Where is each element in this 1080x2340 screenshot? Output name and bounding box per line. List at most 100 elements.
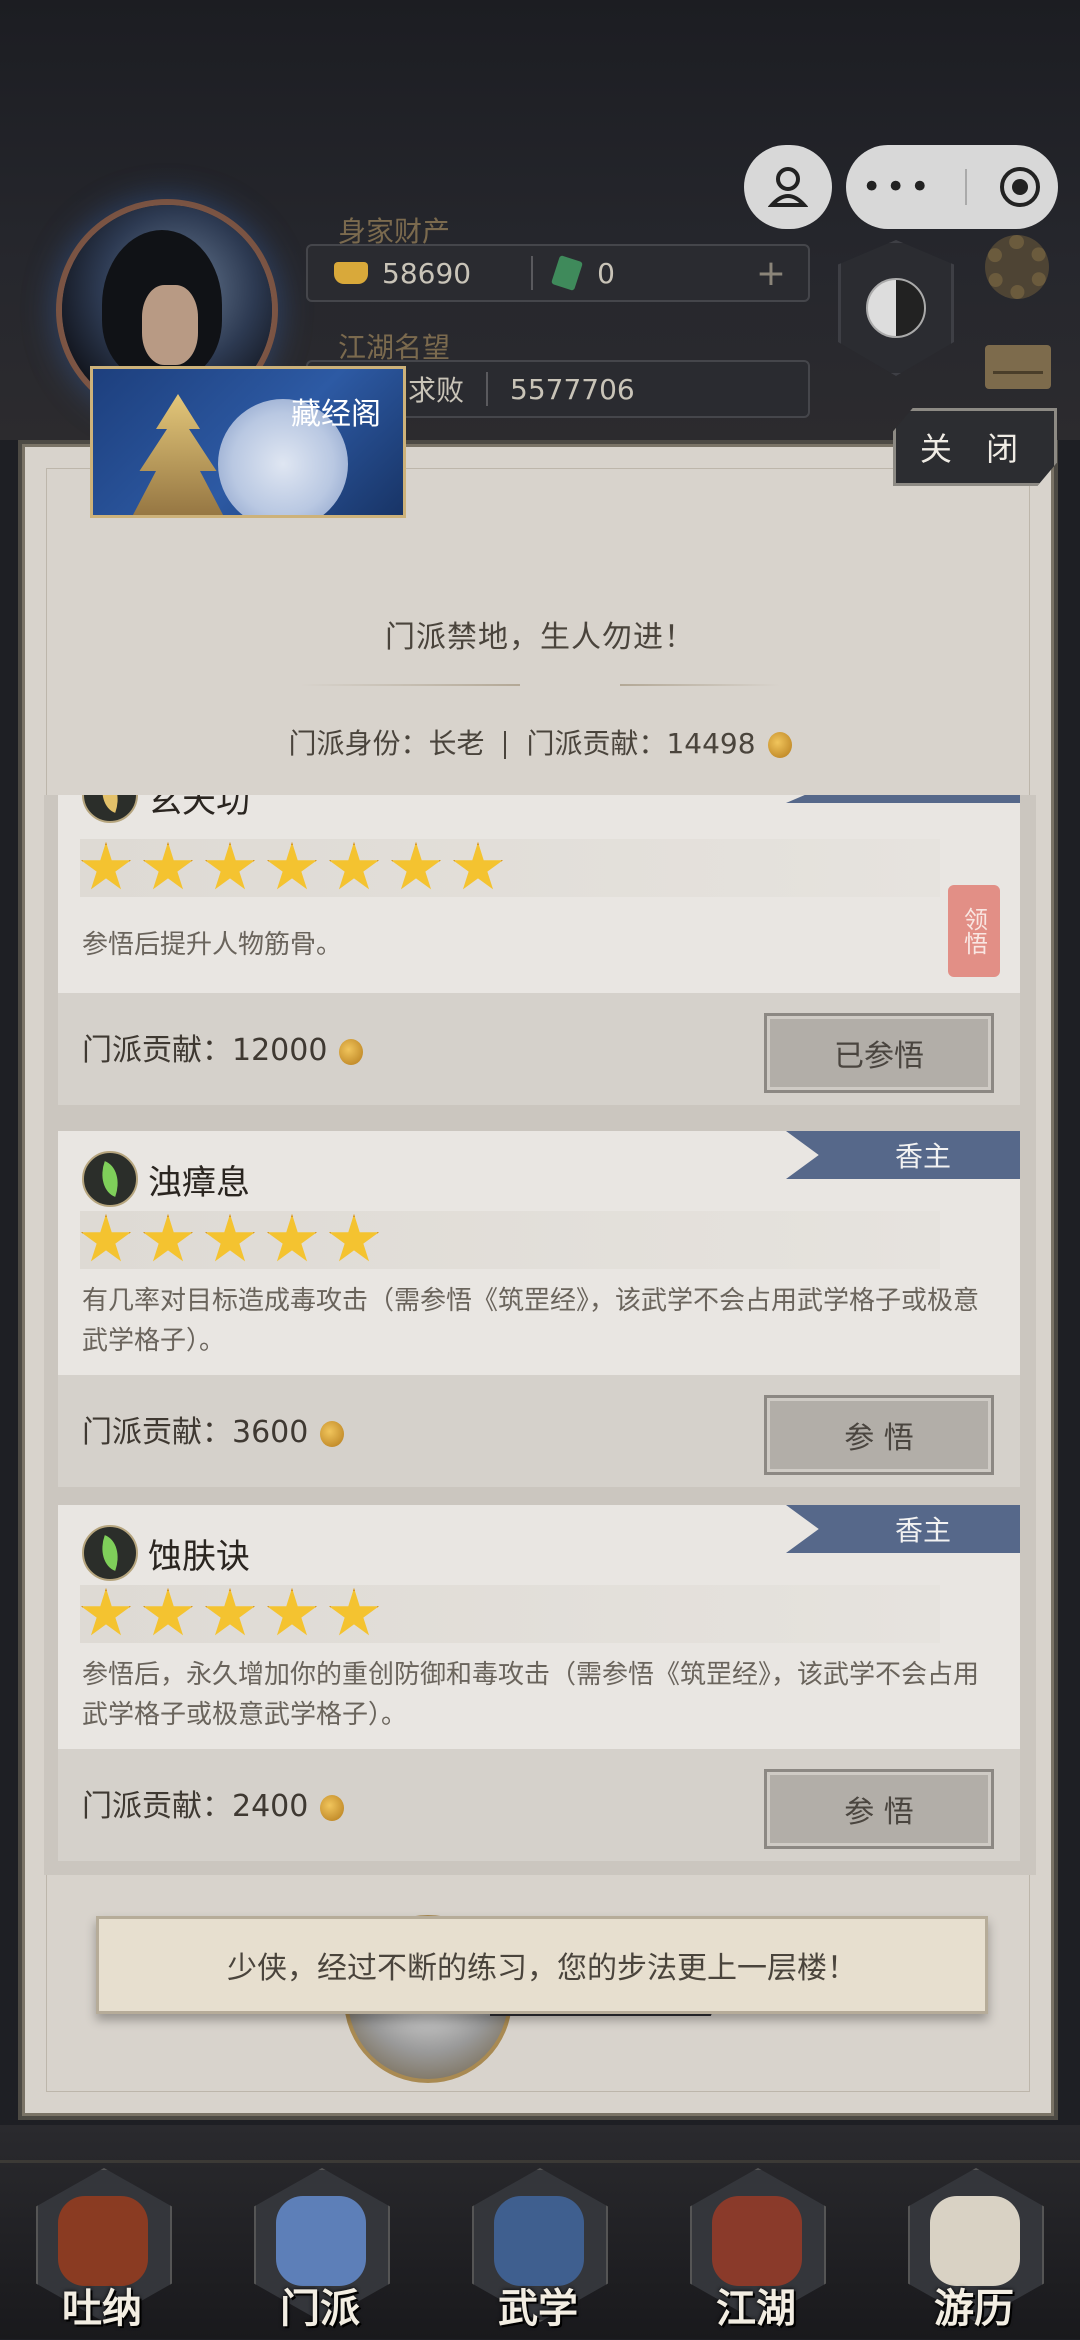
skill-list[interactable]: 玄天功 参悟后提升人物筋骨。 领悟 门派贡献：12000 已参悟 香主 浊瘴息 …: [44, 795, 1036, 1875]
contribution-coin-icon: [320, 1794, 345, 1821]
comprehend-button[interactable]: 参 悟: [764, 1395, 994, 1475]
settings-gear-icon[interactable]: [985, 235, 1049, 299]
skill-icon: [82, 795, 138, 823]
motto-text: 门派禁地，生人勿进！: [385, 620, 695, 655]
status-separator: [504, 731, 507, 759]
skill-card: 香主 浊瘴息 有几率对目标造成毒攻击（需参悟《筑罡经》，该武学不会占用武学格子或…: [58, 1131, 1020, 1487]
status-line: 门派身份：长老 门派贡献：14498: [0, 722, 1080, 762]
toast-message: 少侠，经过不断的练习，您的步法更上一层楼！: [96, 1916, 988, 2014]
nav-item[interactable]: 吐纳: [22, 2160, 182, 2340]
nav-item[interactable]: 游历: [894, 2160, 1054, 2340]
skill-card: 玄天功 参悟后提升人物筋骨。 领悟 门派贡献：12000 已参悟: [58, 795, 1020, 1105]
recharge-plus-button[interactable]: +: [756, 253, 786, 294]
star-rating: [80, 1211, 940, 1269]
cost-label: 门派贡献：3600: [82, 1407, 345, 1451]
star-icon: [81, 1588, 131, 1636]
skill-icon: [82, 1525, 138, 1581]
skill-icon: [82, 1151, 138, 1207]
divider: [486, 372, 489, 406]
nav-item[interactable]: 武学: [458, 2160, 618, 2340]
skill-description: 有几率对目标造成毒攻击（需参悟《筑罡经》，该武学不会占用武学格子或极意武学格子）…: [82, 1286, 980, 1356]
star-icon: [329, 1214, 379, 1262]
star-icon: [453, 842, 503, 890]
card-footer: 门派贡献：2400 参 悟: [58, 1749, 1020, 1861]
wealth-bar: 58690 0 +: [306, 244, 810, 302]
sect-identity: 门派身份：长老: [288, 727, 485, 760]
avatar-face: [142, 285, 198, 365]
ornament-divider-left: [300, 684, 520, 686]
contribution-coin-icon: [339, 1038, 364, 1065]
comprehend-button[interactable]: 参 悟: [764, 1769, 994, 1849]
star-icon: [205, 1214, 255, 1262]
nav-label: 吐纳: [62, 2286, 142, 2332]
star-icon: [329, 1588, 379, 1636]
nav-item[interactable]: 门派: [240, 2160, 400, 2340]
gold-ingot-icon: [334, 262, 368, 284]
cost-text: 门派贡献：2400: [82, 1789, 309, 1824]
nav-label: 江湖: [716, 2286, 796, 2332]
skill-name: 浊瘴息: [148, 1163, 250, 1203]
star-icon: [329, 842, 379, 890]
star-rating: [80, 1585, 940, 1643]
profile-button[interactable]: [744, 145, 832, 229]
mail-icon[interactable]: [985, 345, 1051, 389]
fame-title: 求败: [408, 374, 465, 407]
miniapp-capsule: •••: [846, 145, 1058, 229]
star-icon: [81, 1214, 131, 1262]
horse-icon: [930, 2196, 1020, 2286]
sect-flag-icon: [276, 2196, 366, 2286]
skill-name: 蚀肤诀: [148, 1537, 250, 1577]
star-icon: [267, 842, 317, 890]
gold-amount: 58690: [382, 256, 472, 290]
person-icon: [768, 167, 808, 207]
cost-text: 门派贡献：3600: [82, 1415, 309, 1450]
contribution-coin-icon: [767, 732, 792, 758]
skill-emblem-icon: [94, 795, 126, 813]
scroll-book-icon: [494, 2196, 584, 2286]
meditation-icon: [58, 2196, 148, 2286]
star-icon: [143, 1588, 193, 1636]
bamboo-hat-icon: [712, 2196, 802, 2286]
nav-label: 游历: [934, 2286, 1014, 2332]
star-icon: [143, 842, 193, 890]
close-button[interactable]: 关 闭: [893, 408, 1057, 486]
skill-description: 参悟后提升人物筋骨。: [82, 930, 343, 960]
rank-tag: [786, 795, 1020, 803]
capsule-divider: [965, 169, 968, 205]
nav-label: 武学: [498, 2286, 578, 2332]
card-footer: 门派贡献：3600 参 悟: [58, 1375, 1020, 1487]
nav-label: 门派: [280, 2286, 360, 2332]
star-icon: [391, 842, 441, 890]
pagoda-image: [123, 394, 233, 515]
nav-item[interactable]: 江湖: [676, 2160, 836, 2340]
star-icon: [267, 1214, 317, 1262]
star-icon: [81, 842, 131, 890]
skill-name: 玄天功: [148, 795, 250, 821]
star-icon: [205, 1588, 255, 1636]
close-miniapp-icon[interactable]: [998, 165, 1042, 209]
ornament-divider-right: [620, 684, 780, 686]
leaf-icon: [94, 1535, 126, 1571]
cost-label: 门派贡献：2400: [82, 1781, 345, 1825]
cost-label: 门派贡献：12000: [82, 1025, 364, 1069]
skill-card: 香主 蚀肤诀 参悟后，永久增加你的重创防御和毒攻击（需参悟《筑罡经》，该武学不会…: [58, 1505, 1020, 1861]
star-rating: [80, 839, 940, 897]
jade-amount: 0: [597, 256, 615, 290]
more-icon[interactable]: •••: [862, 167, 934, 207]
contribution-coin-icon: [320, 1420, 345, 1447]
jade-icon: [551, 255, 584, 291]
yin-yang-icon: [866, 278, 926, 338]
comprehended-button[interactable]: 已参悟: [764, 1013, 994, 1093]
comprehended-seal: 领悟: [948, 885, 1000, 977]
star-icon: [205, 842, 255, 890]
star-icon: [143, 1214, 193, 1262]
cost-text: 门派贡献：12000: [82, 1033, 328, 1068]
rank-tag: 香主: [786, 1131, 1020, 1179]
sect-contribution: 门派贡献：14498: [526, 727, 756, 760]
skill-description: 参悟后，永久增加你的重创防御和毒攻击（需参悟《筑罡经》，该武学不会占用武学格子或…: [82, 1660, 980, 1730]
star-icon: [267, 1588, 317, 1636]
card-footer: 门派贡献：12000 已参悟: [58, 993, 1020, 1105]
fame-value: 5577706: [510, 372, 635, 406]
scene-title: 藏经阁: [291, 397, 381, 432]
rank-tag: 香主: [786, 1505, 1020, 1553]
